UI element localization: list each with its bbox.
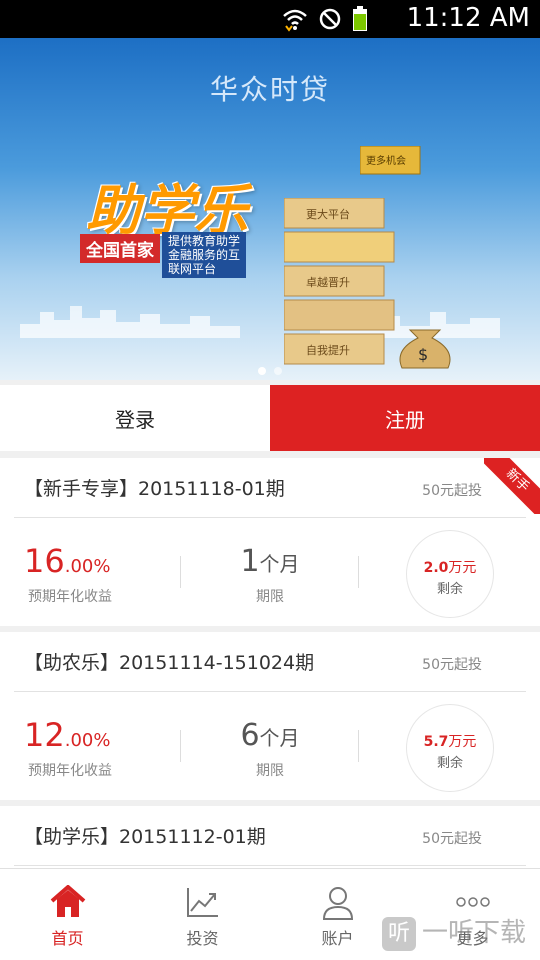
chart-trend-icon bbox=[135, 885, 270, 921]
annual-rate: 12.00% bbox=[24, 716, 110, 754]
product-name: 【新手专享】20151118-01期 bbox=[24, 478, 285, 500]
carousel-dot[interactable] bbox=[258, 367, 266, 375]
term-number: 6 bbox=[240, 718, 260, 753]
rate-integer: 16 bbox=[24, 542, 65, 580]
block-label-3: 自我提升 bbox=[306, 344, 350, 357]
term: 6个月 bbox=[220, 718, 320, 753]
min-invest: 50元起投 bbox=[422, 483, 482, 499]
remaining-label: 剩余 bbox=[436, 582, 463, 597]
product-header: 【新手专享】20151118-01期 50元起投 bbox=[14, 458, 526, 518]
product-header: 【助农乐】20151114-151024期 50元起投 bbox=[14, 632, 526, 692]
block-label-1: 更大平台 bbox=[306, 207, 350, 221]
rate-decimal: .00% bbox=[64, 730, 111, 751]
product-name: 【助学乐】20151112-01期 bbox=[24, 826, 266, 848]
watermark-logo-icon: 听 bbox=[382, 916, 416, 951]
annual-rate: 16.00% bbox=[24, 542, 110, 580]
remaining-amount: 2.0万元 bbox=[423, 560, 477, 576]
term-label: 期限 bbox=[256, 763, 284, 779]
do-not-disturb-icon bbox=[318, 7, 342, 35]
divider bbox=[180, 556, 181, 588]
remaining-progress-circle: 5.7万元 剩余 bbox=[406, 704, 494, 792]
remaining-progress-circle: 2.0万元 剩余 bbox=[406, 530, 494, 618]
product-card[interactable]: 【助农乐】20151114-151024期 50元起投 12.00% 预期年化收… bbox=[0, 632, 540, 800]
block-label-2: 卓越晋升 bbox=[306, 275, 350, 289]
tab-invest[interactable]: 投资 bbox=[135, 869, 270, 960]
carousel-indicators[interactable] bbox=[0, 360, 540, 379]
banner-tag-primary: 全国首家 bbox=[80, 234, 160, 263]
promo-banner[interactable]: 华众时贷 助学乐 全国首家 提供教育助学 金融服务的互联网平台 更大平台 卓越晋… bbox=[0, 38, 540, 380]
watermark-text: 一听下载 bbox=[422, 918, 527, 948]
register-button[interactable]: 注册 bbox=[270, 385, 540, 451]
product-header: 【助学乐】20151112-01期 50元起投 bbox=[14, 806, 526, 866]
rate-integer: 12 bbox=[24, 716, 65, 754]
new-user-ribbon: 新手 bbox=[484, 458, 540, 514]
tab-label: 首页 bbox=[51, 929, 84, 948]
watermark: 听一听下载 bbox=[382, 912, 526, 951]
term: 1个月 bbox=[220, 544, 320, 579]
status-icons bbox=[282, 6, 368, 36]
tab-label: 投资 bbox=[186, 929, 219, 948]
tab-home[interactable]: 首页 bbox=[0, 869, 135, 960]
rate-label: 预期年化收益 bbox=[28, 589, 112, 605]
status-bar: 11:12 AM bbox=[0, 0, 540, 38]
product-card[interactable]: 【助学乐】20151112-01期 50元起投 bbox=[0, 806, 540, 868]
product-card[interactable]: 【新手专享】20151118-01期 50元起投 新手 16.00% 预期年化收… bbox=[0, 458, 540, 626]
wifi-icon bbox=[282, 6, 308, 36]
rate-label: 预期年化收益 bbox=[28, 763, 112, 779]
remaining-amount: 5.7万元 bbox=[423, 734, 477, 750]
clock: 11:12 AM bbox=[406, 3, 530, 33]
auth-buttons: 登录 注册 bbox=[0, 385, 540, 451]
brand-logo-text: 华众时贷 bbox=[209, 73, 330, 106]
divider bbox=[180, 730, 181, 762]
min-invest: 50元起投 bbox=[422, 831, 482, 847]
home-icon bbox=[0, 885, 135, 921]
term-number: 1 bbox=[240, 544, 260, 579]
rate-decimal: .00% bbox=[64, 556, 111, 577]
banner-tag-secondary: 提供教育助学 金融服务的互联网平台 bbox=[162, 232, 246, 278]
remaining-label: 剩余 bbox=[436, 756, 463, 771]
term-label: 期限 bbox=[256, 589, 284, 605]
battery-icon bbox=[352, 6, 368, 36]
gold-bar-illustration: 更多机会 bbox=[360, 146, 421, 175]
product-name: 【助农乐】20151114-151024期 bbox=[24, 652, 315, 674]
carousel-dot[interactable] bbox=[274, 367, 282, 375]
term-unit: 个月 bbox=[259, 726, 300, 750]
divider bbox=[358, 556, 359, 588]
login-button[interactable]: 登录 bbox=[0, 385, 270, 451]
block-label-4: 更多机会 bbox=[366, 154, 406, 167]
divider bbox=[358, 730, 359, 762]
term-unit: 个月 bbox=[259, 552, 300, 576]
ribbon-label: 新手 bbox=[484, 458, 540, 514]
min-invest: 50元起投 bbox=[422, 657, 482, 673]
